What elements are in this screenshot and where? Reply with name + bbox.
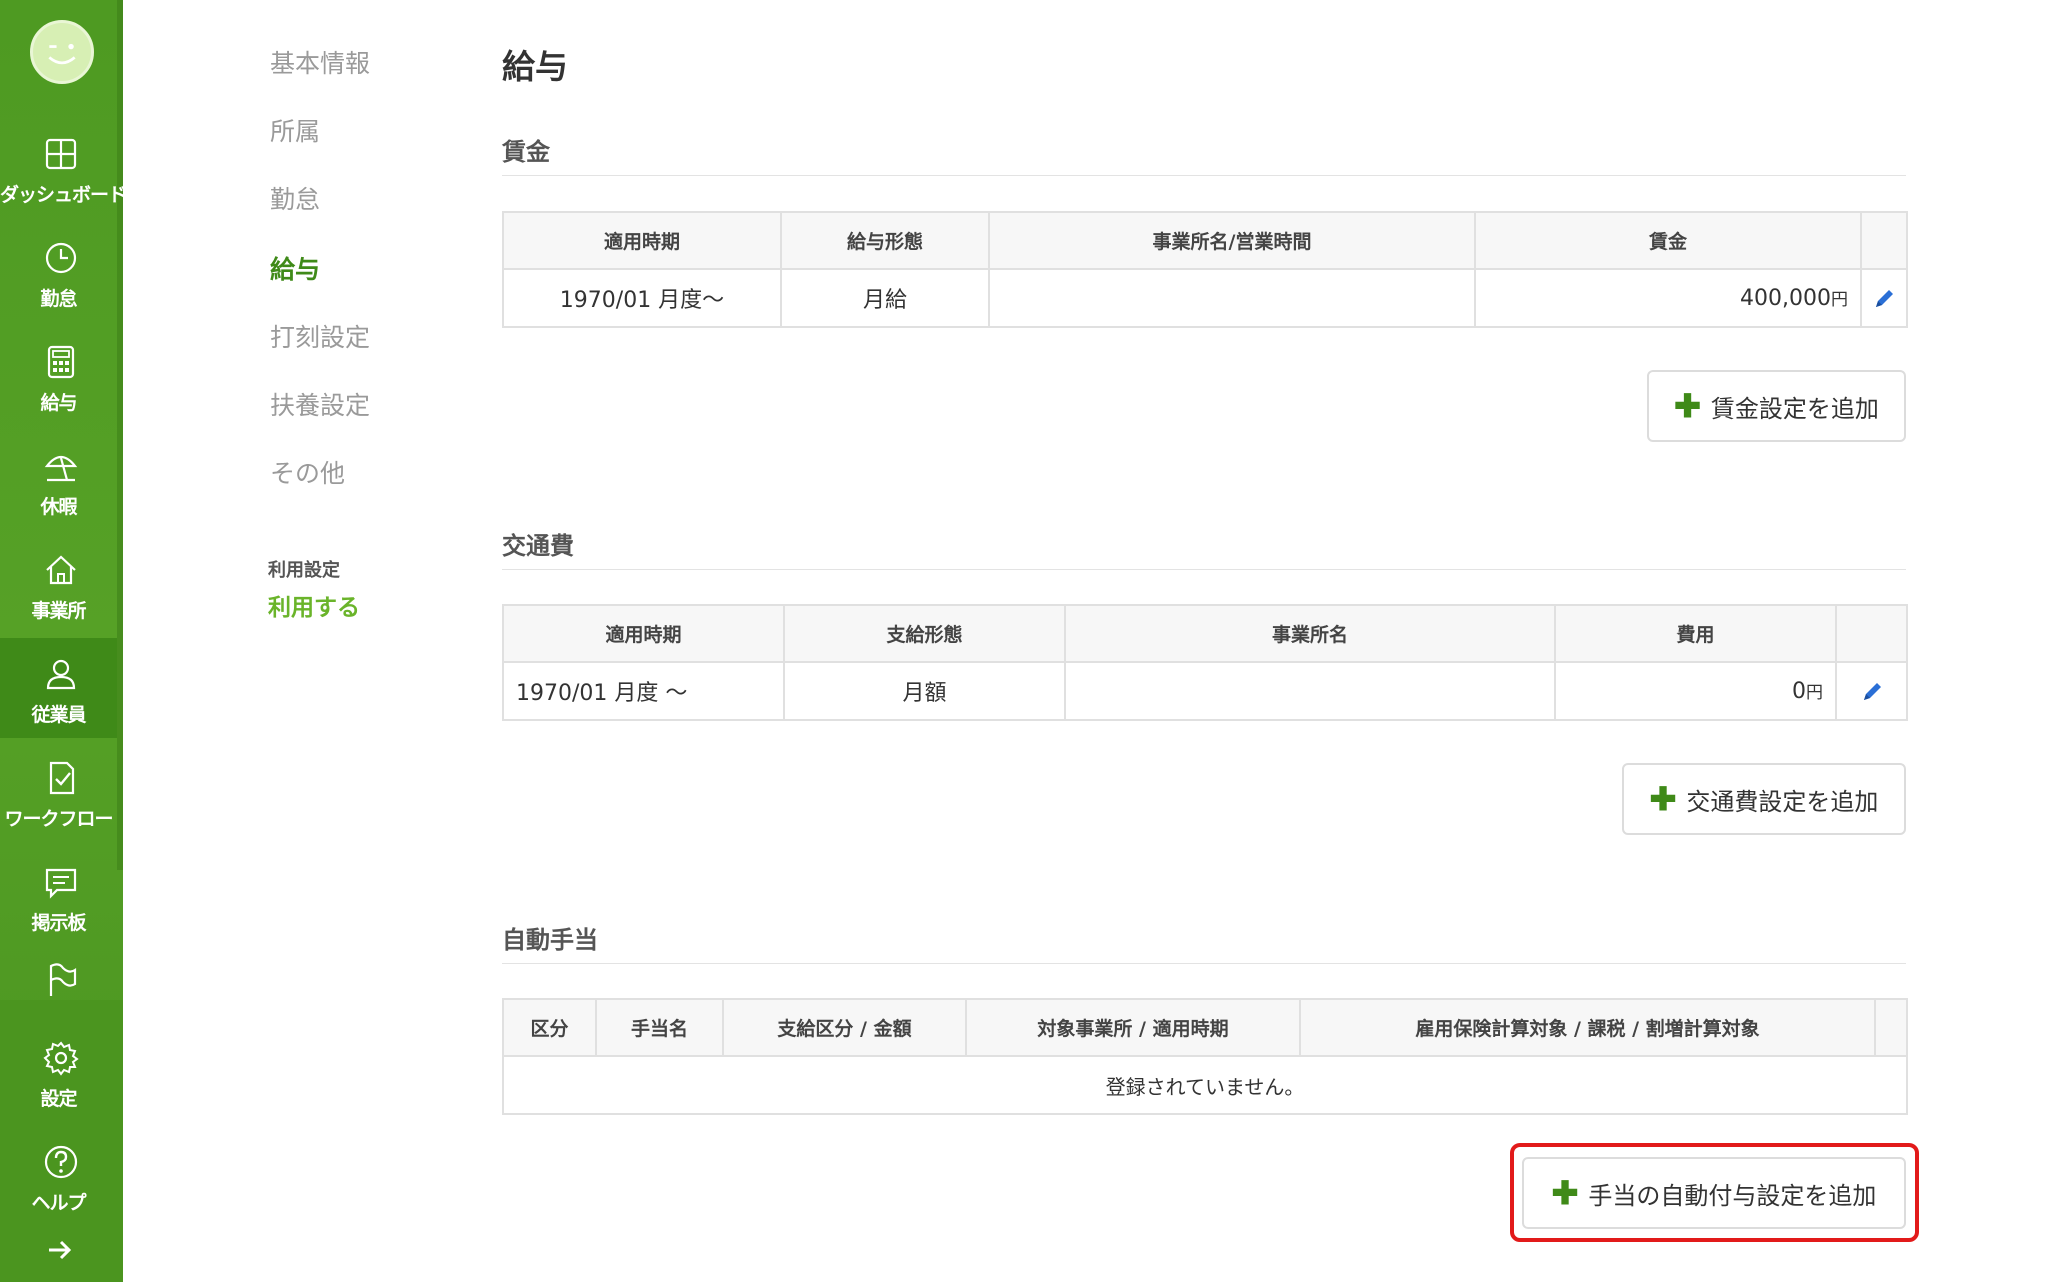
sidebar-item-label: 掲示板 xyxy=(31,912,86,934)
sidebar-item-label: 勤怠 xyxy=(40,288,77,310)
subnav-other[interactable]: その他 xyxy=(270,454,345,490)
column-header-actions xyxy=(1835,604,1908,663)
pencil-icon[interactable] xyxy=(1872,287,1896,311)
subnav-clock-settings[interactable]: 打刻設定 xyxy=(270,318,370,354)
sidebar-item-dashboard[interactable]: ダッシュボード xyxy=(0,118,127,218)
sidebar-item-workflow[interactable]: ワークフロー xyxy=(0,742,117,842)
currency-unit: 円 xyxy=(1806,683,1823,703)
add-transport-setting-button[interactable]: ✚ 交通費設定を追加 xyxy=(1622,763,1906,835)
table-row: 登録されていません。 xyxy=(502,1055,1908,1115)
clock-icon xyxy=(45,242,77,274)
subnav-attendance[interactable]: 勤怠 xyxy=(270,180,320,216)
person-icon xyxy=(46,659,76,690)
column-header: 賃金 xyxy=(1474,211,1862,270)
calculator-icon xyxy=(47,345,75,379)
divider xyxy=(502,569,1906,570)
sidebar-item-label: 給与 xyxy=(40,392,77,414)
column-header: 区分 xyxy=(502,998,597,1057)
divider xyxy=(502,963,1906,964)
add-wage-setting-button[interactable]: ✚ 賃金設定を追加 xyxy=(1647,370,1906,442)
column-header: 適用時期 xyxy=(502,604,785,663)
sidebar-item-flag[interactable] xyxy=(0,950,117,1000)
type-cell: 月額 xyxy=(783,661,1066,721)
sidebar-item-label: 事業所 xyxy=(31,600,86,622)
home-icon xyxy=(46,555,76,585)
sidebar-item-board[interactable]: 掲示板 xyxy=(0,846,117,946)
office-cell xyxy=(988,268,1476,328)
period-cell: 1970/01 月度〜 xyxy=(502,268,782,328)
transport-section-title: 交通費 xyxy=(502,532,574,560)
sidebar-item-office[interactable]: 事業所 xyxy=(0,534,117,634)
sidebar-item-label: 休暇 xyxy=(40,496,77,518)
sidebar: ダッシュボード 勤怠 給与 休暇 事業所 従業員 ワークフロー 掲示板 設定 ヘ… xyxy=(0,0,127,1282)
table-row: 1970/01 月度〜 月給 400,000円 xyxy=(502,268,1908,328)
sidebar-item-attendance[interactable]: 勤怠 xyxy=(0,222,117,322)
edit-cell xyxy=(1860,268,1908,328)
sidebar-item-settings[interactable]: 設定 xyxy=(0,1022,117,1122)
flag-icon xyxy=(49,963,77,996)
allowance-section-title: 自動手当 xyxy=(502,926,598,954)
column-header: 事業所名/営業時間 xyxy=(988,211,1476,270)
beach-umbrella-icon xyxy=(44,455,78,482)
column-header: 手当名 xyxy=(595,998,724,1057)
chat-bubble-icon xyxy=(45,868,77,899)
plus-icon: ✚ xyxy=(1674,388,1701,424)
sidebar-item-employees[interactable]: 従業員 xyxy=(0,638,117,738)
sidebar-item-label: ヘルプ xyxy=(31,1192,86,1214)
column-header: 給与形態 xyxy=(780,211,990,270)
column-header-actions xyxy=(1874,998,1908,1057)
plus-icon: ✚ xyxy=(1649,781,1677,817)
column-header: 支給区分 / 金額 xyxy=(722,998,967,1057)
divider xyxy=(502,175,1906,176)
sidebar-item-vacation[interactable]: 休暇 xyxy=(0,430,117,530)
column-header: 支給形態 xyxy=(783,604,1066,663)
amount-value: 0 xyxy=(1792,679,1806,704)
button-label: 賃金設定を追加 xyxy=(1710,395,1879,423)
subnav-affiliation[interactable]: 所属 xyxy=(270,112,320,148)
amount-cell: 400,000円 xyxy=(1474,268,1862,328)
subnav-payroll[interactable]: 給与 xyxy=(270,250,320,286)
edit-cell xyxy=(1835,661,1908,721)
amount-cell: 0円 xyxy=(1554,661,1837,721)
column-header: 費用 xyxy=(1554,604,1837,663)
button-label: 交通費設定を追加 xyxy=(1686,788,1879,816)
pencil-icon[interactable] xyxy=(1860,680,1884,704)
subnav-basic-info[interactable]: 基本情報 xyxy=(270,44,370,80)
help-circle-icon xyxy=(44,1145,78,1179)
period-cell: 1970/01 月度 〜 xyxy=(502,661,785,721)
column-header-actions xyxy=(1860,211,1908,270)
amount-value: 400,000 xyxy=(1740,286,1831,311)
sidebar-item-help[interactable]: ヘルプ xyxy=(0,1126,117,1226)
sidebar-item-label: ダッシュボード xyxy=(0,184,127,206)
gear-icon xyxy=(43,1041,79,1076)
subnav-dependents[interactable]: 扶養設定 xyxy=(270,386,370,422)
wage-section-title: 賃金 xyxy=(502,138,550,166)
column-header: 事業所名 xyxy=(1064,604,1556,663)
page-title: 給与 xyxy=(502,47,568,86)
wage-table: 適用時期 給与形態 事業所名/営業時間 賃金 1970/01 月度〜 月給 40… xyxy=(502,211,1908,328)
usage-setting-value[interactable]: 利用する xyxy=(268,588,360,622)
sidebar-item-label: 従業員 xyxy=(31,704,86,726)
allowance-table: 区分 手当名 支給区分 / 金額 対象事業所 / 適用時期 雇用保険計算対象 /… xyxy=(502,998,1908,1115)
table-row: 1970/01 月度 〜 月額 0円 xyxy=(502,661,1908,721)
document-check-icon xyxy=(49,761,75,795)
column-header: 対象事業所 / 適用時期 xyxy=(965,998,1301,1057)
usage-setting-label: 利用設定 xyxy=(268,560,340,581)
sidebar-scrollbar[interactable] xyxy=(117,0,123,870)
arrow-right-icon[interactable] xyxy=(45,1238,75,1262)
transport-table: 適用時期 支給形態 事業所名 費用 1970/01 月度 〜 月額 0円 xyxy=(502,604,1908,721)
highlight-box xyxy=(1510,1143,1919,1242)
column-header: 雇用保険計算対象 / 課税 / 割増計算対象 xyxy=(1299,998,1876,1057)
avatar[interactable] xyxy=(30,20,94,84)
smiley-icon xyxy=(48,43,76,65)
column-header: 適用時期 xyxy=(502,211,782,270)
empty-message: 登録されていません。 xyxy=(502,1055,1908,1115)
type-cell: 月給 xyxy=(780,268,990,328)
sidebar-item-label: ワークフロー xyxy=(4,808,113,830)
dashboard-icon xyxy=(45,138,77,170)
sidebar-item-payroll[interactable]: 給与 xyxy=(0,326,117,426)
sidebar-item-label: 設定 xyxy=(40,1088,77,1110)
currency-unit: 円 xyxy=(1831,290,1848,310)
office-cell xyxy=(1064,661,1556,721)
